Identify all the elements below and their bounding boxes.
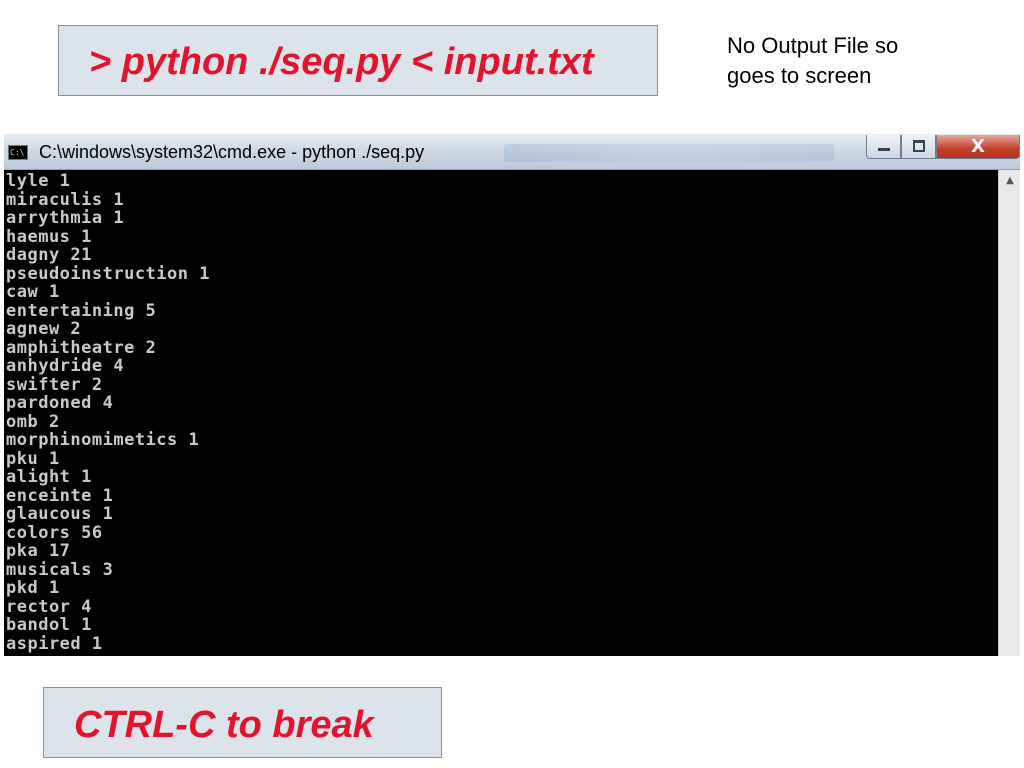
console-line: pseudoinstruction 1 [6,263,210,284]
console-line: rector 4 [6,596,92,617]
close-icon: X [971,136,985,157]
console-line: enceinte 1 [6,485,114,506]
maximize-button[interactable] [901,135,936,159]
break-text: CTRL-C to break [74,704,374,746]
console-line: entertaining 5 [6,300,157,321]
console-text: lyle 1 miraculis 1 arrythmia 1 haemus 1 dagn… [4,170,998,653]
command-text: > python ./seq.py < input.txt [89,41,594,83]
window-titlebar[interactable]: C:\ C:\windows\system32\cmd.exe - python… [4,134,1020,170]
console-output[interactable]: lyle 1 miraculis 1 arrythmia 1 haemus 1 dagn… [4,170,998,656]
minimize-icon [878,148,890,151]
console-line: miraculis 1 [6,189,125,210]
cmd-icon[interactable]: C:\ [8,145,28,160]
console-line: anhydride 4 [6,356,125,376]
console-line: dagny 21 [6,245,92,265]
console-line: caw 1 [6,282,60,302]
maximize-icon [913,140,925,152]
console-line: swifter 2 [6,374,103,395]
cmd-window[interactable]: C:\ C:\windows\system32\cmd.exe - python… [4,134,1020,656]
close-button[interactable]: X [936,135,1020,159]
note-line-2: goes to screen [727,63,872,88]
titlebar-blur [504,144,834,162]
console-line: pku 1 [6,448,60,469]
console-line: colors 56 [6,522,103,543]
console-line: musicals 3 [6,559,114,580]
console-line: agnew 2 [6,319,82,339]
console-line: haemus 1 [6,226,92,247]
console-line: bandol 1 [6,615,92,635]
note-line-1: No Output File so [727,33,899,58]
break-callout-box: CTRL-C to break [43,687,442,758]
vertical-scrollbar[interactable]: ▲ [998,170,1020,656]
console-line: amphitheatre 2 [6,337,157,358]
scroll-up-icon[interactable]: ▲ [999,170,1020,192]
console-line: glaucous 1 [6,504,114,524]
command-callout-box: > python ./seq.py < input.txt [58,25,658,96]
minimize-button[interactable] [866,135,901,159]
console-line: aspired 1 [6,633,103,654]
console-line: pardoned 4 [6,393,114,413]
output-note: No Output File so goes to screen [727,31,987,91]
console-line: pka 17 [6,541,71,561]
console-line: morphinomimetics 1 [6,430,200,450]
console-line: pkd 1 [6,578,60,598]
console-line: lyle 1 [6,171,71,191]
console-line: arrythmia 1 [6,208,125,228]
console-line: alight 1 [6,467,92,487]
window-title: C:\windows\system32\cmd.exe - python ./s… [39,142,425,162]
console-line: omb 2 [6,411,60,432]
